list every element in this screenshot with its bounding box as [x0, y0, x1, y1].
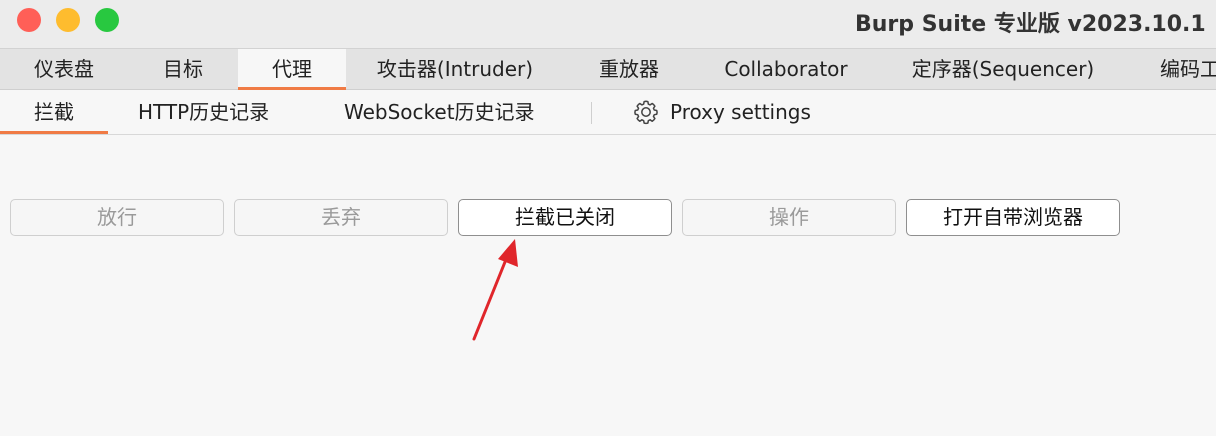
minimize-window-button[interactable] [56, 8, 80, 32]
forward-button[interactable]: 放行 [10, 199, 224, 236]
subtab-proxy-settings[interactable]: Proxy settings [670, 90, 811, 134]
gear-icon[interactable] [632, 98, 660, 126]
annotation-arrow-icon [472, 239, 518, 341]
subtab-http-history[interactable]: HTTP历史记录 [138, 90, 269, 134]
tab-decoder[interactable]: 编码工 [1128, 49, 1216, 90]
subtab-divider [591, 102, 592, 124]
tab-collaborator[interactable]: Collaborator [694, 49, 878, 90]
action-button[interactable]: 操作 [682, 199, 896, 236]
drop-button[interactable]: 丢弃 [234, 199, 448, 236]
window-title: Burp Suite 专业版 v2023.10.1 [855, 12, 1206, 37]
title-bar: Burp Suite 专业版 v2023.10.1 [0, 0, 1216, 48]
close-window-button[interactable] [17, 8, 41, 32]
tab-dashboard[interactable]: 仪表盘 [0, 49, 128, 90]
subtab-intercept[interactable]: 拦截 [0, 90, 108, 134]
intercept-toggle-button[interactable]: 拦截已关闭 [458, 199, 672, 236]
tab-proxy[interactable]: 代理 [238, 49, 346, 90]
tab-sequencer[interactable]: 定序器(Sequencer) [878, 49, 1128, 90]
tab-target[interactable]: 目标 [128, 49, 238, 90]
open-browser-button[interactable]: 打开自带浏览器 [906, 199, 1120, 236]
zoom-window-button[interactable] [95, 8, 119, 32]
subtab-websocket-history[interactable]: WebSocket历史记录 [344, 90, 535, 134]
proxy-subtab-bar: 拦截 HTTP历史记录 WebSocket历史记录 Proxy settings [0, 90, 1216, 135]
tab-intruder[interactable]: 攻击器(Intruder) [346, 49, 564, 90]
tab-repeater[interactable]: 重放器 [564, 49, 694, 90]
intercept-panel: 放行 丢弃 拦截已关闭 操作 打开自带浏览器 [0, 135, 1216, 436]
main-tab-bar: 仪表盘 目标 代理 攻击器(Intruder) 重放器 Collaborator… [0, 48, 1216, 90]
